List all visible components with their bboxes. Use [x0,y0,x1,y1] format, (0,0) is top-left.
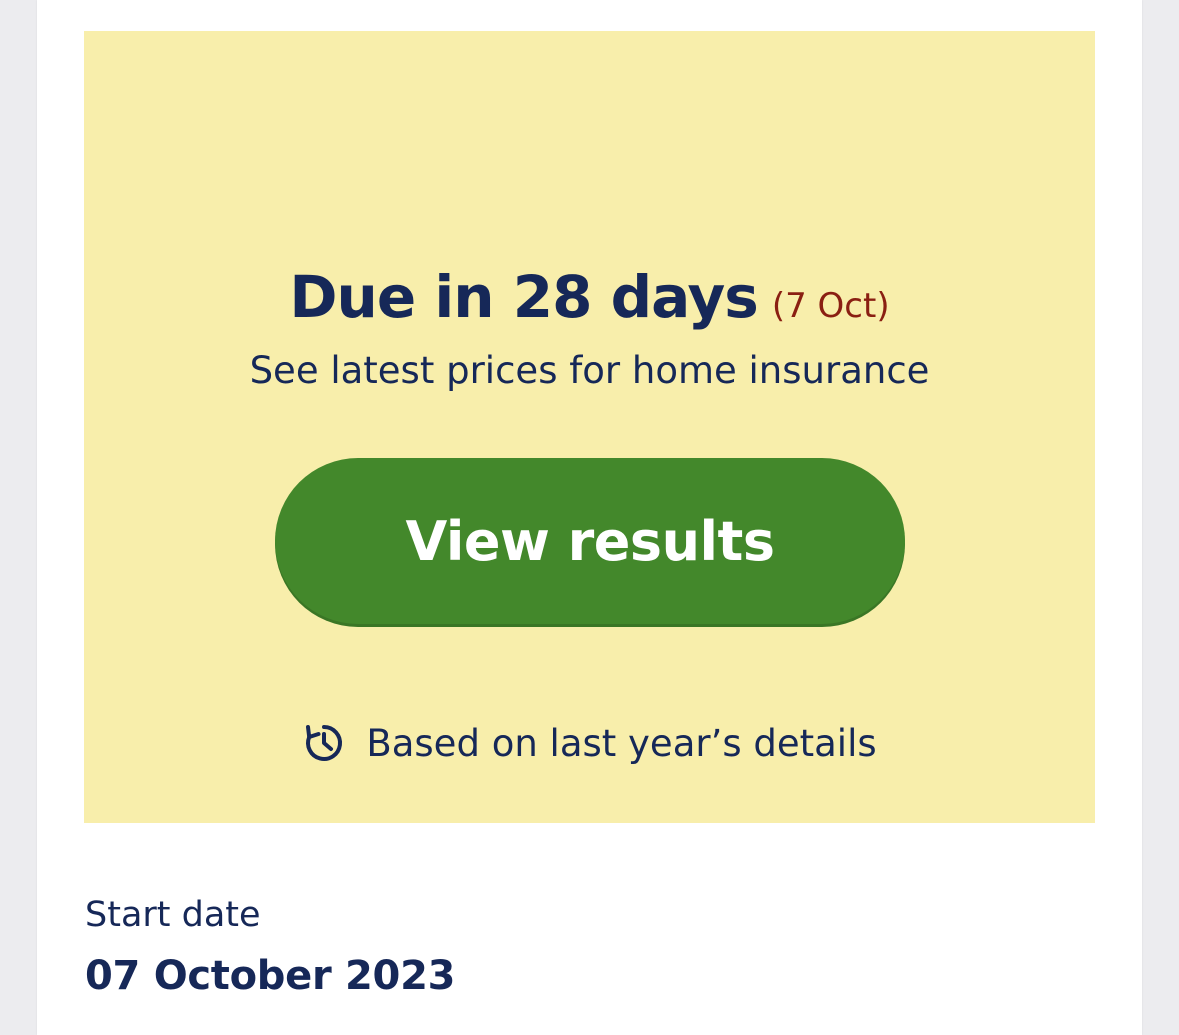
due-line: Due in 28 days (7 Oct) [84,263,1095,331]
renewal-note-text: Based on last year’s details [366,721,877,765]
policy-card: Due in 28 days (7 Oct) See latest prices … [37,0,1142,1035]
renewal-subtitle: See latest prices for home insurance [249,349,930,392]
due-heading: Due in 28 days [289,263,758,331]
view-results-button[interactable]: View results [275,458,905,624]
start-date-label: Start date [85,895,261,935]
clock-history-icon [302,721,346,765]
due-date: (7 Oct) [771,286,890,326]
renewal-panel: Due in 28 days (7 Oct) See latest prices … [84,31,1095,823]
start-date-value: 07 October 2023 [85,953,456,999]
renewal-note: Based on last year’s details [84,721,1095,765]
